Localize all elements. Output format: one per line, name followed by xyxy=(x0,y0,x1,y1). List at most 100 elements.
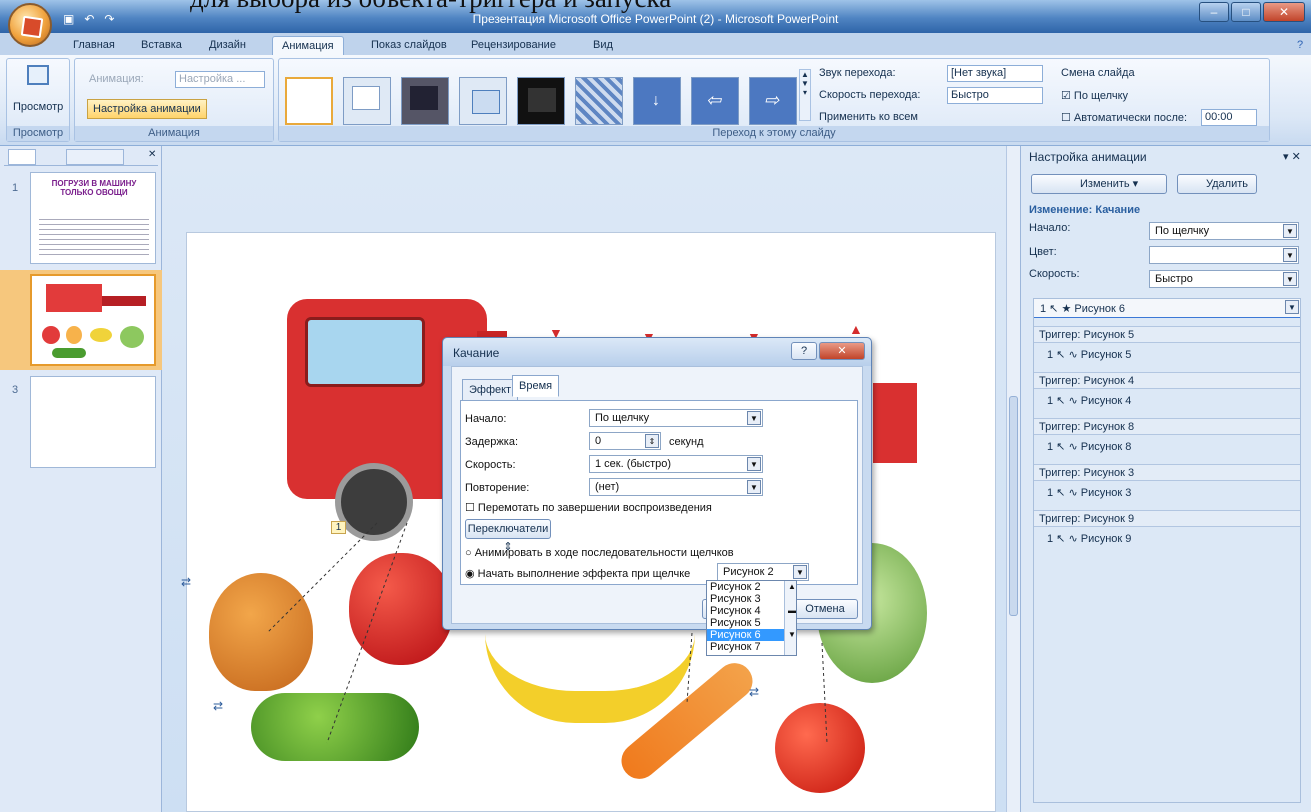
trigger-group[interactable]: Триггер: Рисунок 91 ↖ ∿ Рисунок 9 xyxy=(1033,510,1301,549)
dropdown-option[interactable]: Рисунок 7 xyxy=(707,641,796,653)
speed-select[interactable]: Быстро xyxy=(947,87,1043,104)
dropdown-option[interactable]: Рисунок 5 xyxy=(707,617,796,629)
transition-dark[interactable] xyxy=(401,77,449,125)
dropdown-option-selected[interactable]: Рисунок 6 xyxy=(707,629,796,641)
transition-push[interactable] xyxy=(459,77,507,125)
dropdown-option[interactable]: Рисунок 3 xyxy=(707,593,796,605)
trigger-header[interactable]: Триггер: Рисунок 8 xyxy=(1033,418,1301,435)
item-num: 1 xyxy=(1047,487,1054,499)
transition-fade[interactable] xyxy=(343,77,391,125)
auto-after-checkbox[interactable]: ☐ Автоматически после: xyxy=(1061,111,1187,124)
close-pane-icon[interactable]: ✕ xyxy=(148,149,156,160)
chevron-down-icon: ▼ xyxy=(1283,272,1297,286)
trigger-header[interactable]: Триггер: Рисунок 3 xyxy=(1033,464,1301,481)
gallery-scroll[interactable]: ▲ ▼ ▾ xyxy=(799,69,811,121)
trigger-dropdown-list[interactable]: Рисунок 2 Рисунок 3 Рисунок 4 Рисунок 5 … xyxy=(706,580,797,656)
custom-animation-button[interactable]: Настройка анимации xyxy=(87,99,207,119)
close-button[interactable]: ✕ xyxy=(1263,2,1305,22)
item-label: Рисунок 9 xyxy=(1080,533,1132,545)
dropdown-option[interactable]: Рисунок 2 xyxy=(707,581,796,593)
tab-home[interactable]: Главная xyxy=(64,36,124,55)
slide-number: 3 xyxy=(12,384,19,396)
item-num: 1 xyxy=(1047,395,1054,407)
delete-button[interactable]: Удалить xyxy=(1177,174,1257,194)
start-select[interactable]: По щелчку ▼ xyxy=(1149,222,1299,240)
delay-unit: секунд xyxy=(669,436,704,448)
slide-thumb-1[interactable]: ПОГРУЗИ В МАШИНУ ТОЛЬКО ОВОЩИ xyxy=(30,172,156,264)
truck-bed xyxy=(102,296,146,306)
tab-slideshow[interactable]: Показ слайдов xyxy=(362,36,456,55)
trigger-header[interactable]: Триггер: Рисунок 4 xyxy=(1033,372,1301,389)
minimize-button[interactable]: – xyxy=(1199,2,1229,22)
delay-input[interactable]: 0 ⇕ xyxy=(589,432,661,450)
slides-tab[interactable] xyxy=(8,149,36,165)
change-button[interactable]: Изменить ▾ xyxy=(1031,174,1167,194)
cancel-button[interactable]: Отмена xyxy=(792,599,858,619)
transition-group: ↓ ⇦ ⇨ ▲ ▼ ▾ Звук перехода: [Нет звука] Ско… xyxy=(278,58,1270,142)
chevron-down-icon: ▼ xyxy=(1283,248,1297,262)
radio-on-click[interactable]: ◉ Начать выполнение эффекта при щелчке xyxy=(465,567,690,580)
preview-button[interactable]: Просмотр xyxy=(13,101,63,113)
tab-animation[interactable]: Анимация xyxy=(272,36,344,55)
tab-review[interactable]: Рецензирование xyxy=(462,36,565,55)
speed-select[interactable]: 1 сек. (быстро) ▼ xyxy=(589,455,763,473)
scroll-thumb[interactable] xyxy=(1009,396,1018,616)
auto-time-input[interactable]: 00:00 xyxy=(1201,109,1257,126)
tab-effect[interactable]: Эффект xyxy=(462,379,519,401)
maximize-button[interactable]: □ xyxy=(1231,2,1261,22)
tab-time[interactable]: Время xyxy=(512,375,560,397)
chevron-down-icon: ▼ xyxy=(793,565,807,579)
trigger-item[interactable]: 1 ↖ ∿ Рисунок 5 xyxy=(1033,343,1301,365)
trigger-group[interactable]: Триггер: Рисунок 41 ↖ ∿ Рисунок 4 xyxy=(1033,372,1301,411)
office-button[interactable] xyxy=(8,3,52,47)
on-click-checkbox[interactable]: ☑ По щелчку xyxy=(1061,89,1128,102)
stepper-icon[interactable]: ⇕ xyxy=(645,434,659,448)
canvas-scrollbar[interactable] xyxy=(1006,146,1020,812)
transition-dissolve[interactable] xyxy=(575,77,623,125)
trigger-group[interactable]: Триггер: Рисунок 31 ↖ ∿ Рисунок 3 xyxy=(1033,464,1301,503)
trigger-item[interactable]: 1 ↖ ∿ Рисунок 9 xyxy=(1033,527,1301,549)
trigger-item[interactable]: 1 ↖ ∿ Рисунок 3 xyxy=(1033,481,1301,503)
trigger-group[interactable]: Триггер: Рисунок 51 ↖ ∿ Рисунок 5 xyxy=(1033,326,1301,365)
trigger-header[interactable]: Триггер: Рисунок 9 xyxy=(1033,510,1301,527)
trigger-item[interactable]: 1 ↖ ∿ Рисунок 8 xyxy=(1033,435,1301,457)
pane-close-icon[interactable]: ▾ ✕ xyxy=(1283,150,1301,163)
slide-thumb-2[interactable] xyxy=(30,274,156,366)
item-label: Рисунок 8 xyxy=(1080,441,1132,453)
tab-design[interactable]: Дизайн xyxy=(200,36,255,55)
speed-select[interactable]: Быстро ▼ xyxy=(1149,270,1299,288)
animation-select[interactable]: Настройка ... xyxy=(175,71,265,88)
rewind-checkbox[interactable]: ☐ Перемотать по завершении воспроизведен… xyxy=(465,501,712,514)
radio-sequence[interactable]: ○ Анимировать в ходе последовательности … xyxy=(465,547,734,559)
slide-thumb-3[interactable] xyxy=(30,376,156,468)
repeat-select[interactable]: (нет) ▼ xyxy=(589,478,763,496)
trigger-header[interactable]: Триггер: Рисунок 5 xyxy=(1033,326,1301,343)
chevron-down-icon: ▼ xyxy=(747,411,761,425)
start-select[interactable]: По щелчку ▼ xyxy=(589,409,763,427)
trigger-value: Рисунок 2 xyxy=(723,566,774,578)
dropdown-scrollbar[interactable]: ▲ ▬ ▼ xyxy=(784,581,796,655)
trigger-item[interactable]: 1 ↖ ∿ Рисунок 4 xyxy=(1033,389,1301,411)
outline-tab[interactable] xyxy=(66,149,124,165)
delay-label: Задержка: xyxy=(465,436,519,448)
sound-select[interactable]: [Нет звука] xyxy=(947,65,1043,82)
transition-none[interactable] xyxy=(285,77,333,125)
color-select[interactable]: ▼ xyxy=(1149,246,1299,264)
help-button[interactable]: ? xyxy=(791,342,817,360)
dialog-close-button[interactable]: ✕ xyxy=(819,342,865,360)
transition-right[interactable]: ⇨ xyxy=(749,77,797,125)
apply-all-button[interactable]: Применить ко всем xyxy=(819,111,918,123)
dropdown-option[interactable]: Рисунок 4 xyxy=(707,605,796,617)
help-icon[interactable]: ? xyxy=(1288,36,1311,55)
tab-view[interactable]: Вид xyxy=(584,36,622,55)
trigger-object-select[interactable]: Рисунок 2 ▼ xyxy=(717,563,809,581)
trigger-group[interactable]: Триггер: Рисунок 81 ↖ ∿ Рисунок 8 xyxy=(1033,418,1301,457)
tab-insert[interactable]: Вставка xyxy=(132,36,191,55)
transition-down[interactable]: ↓ xyxy=(633,77,681,125)
apple-shape xyxy=(42,326,60,344)
start-value: По щелчку xyxy=(595,412,650,424)
transition-left[interactable]: ⇦ xyxy=(691,77,739,125)
triggers-button[interactable]: Переключатели ⇕ xyxy=(465,519,551,553)
effect-list-item-selected[interactable]: 1 ↖ ★ Рисунок 6 ▼ xyxy=(1033,298,1301,318)
transition-cut[interactable] xyxy=(517,77,565,125)
